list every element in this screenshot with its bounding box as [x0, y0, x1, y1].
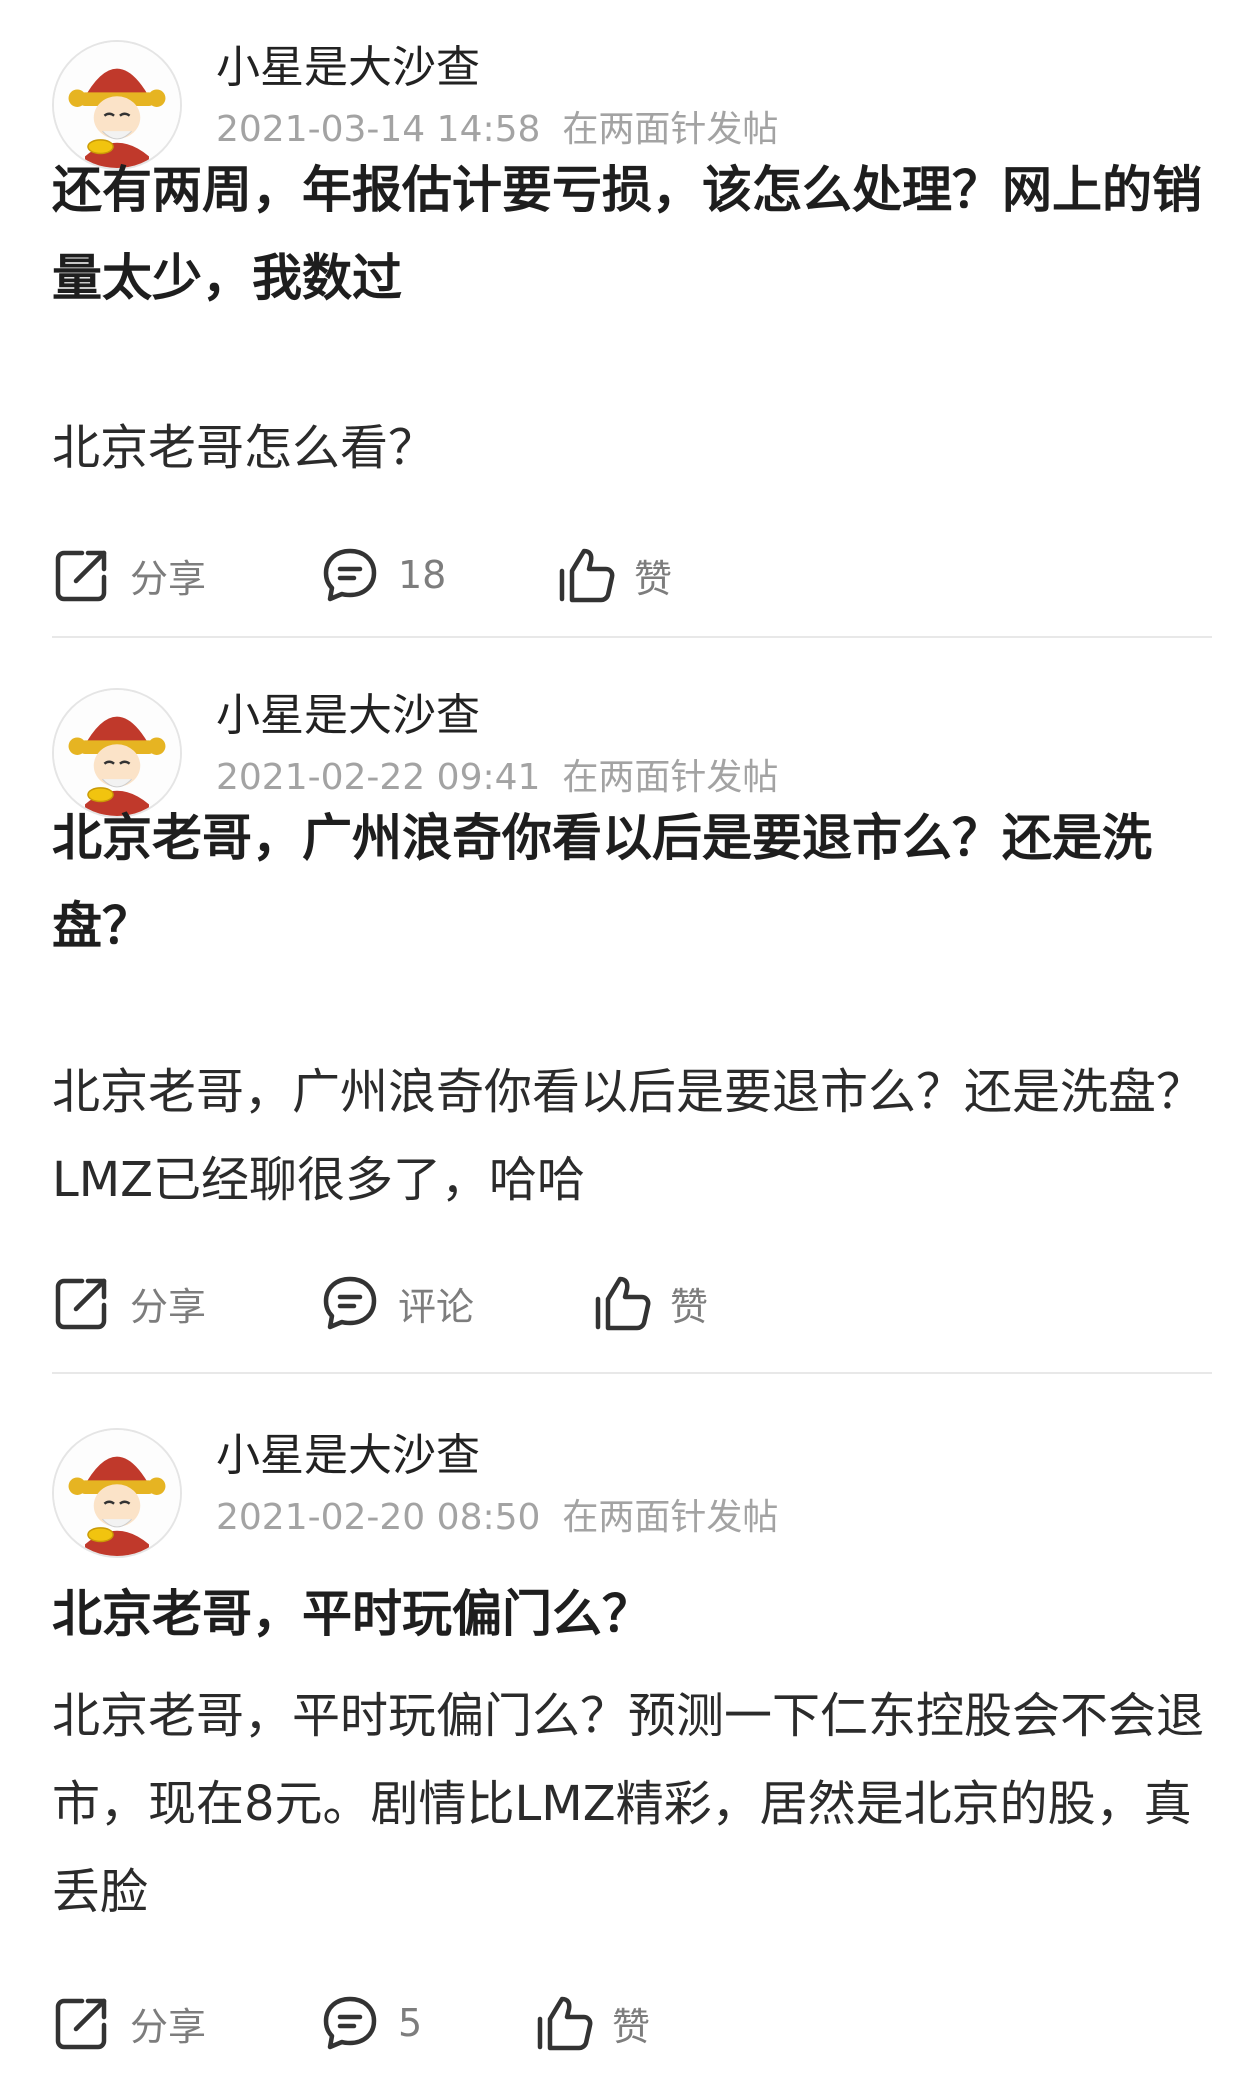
- comment-count: 18: [398, 553, 447, 597]
- comment-button[interactable]: 评论: [320, 1268, 474, 1338]
- post-divider: [52, 1372, 1212, 1374]
- comment-icon: [323, 1276, 377, 1330]
- comment-label: 评论: [398, 1284, 475, 1329]
- like-label: 赞: [634, 556, 673, 601]
- like-button[interactable]: 赞: [534, 1988, 650, 2058]
- share-button[interactable]: 分享: [52, 1268, 206, 1338]
- author-name[interactable]: 小星是大沙查: [216, 688, 480, 744]
- post-title[interactable]: 北京老哥，平时玩偏门么？: [52, 1570, 1212, 1658]
- post-meta: 2021-02-20 08:50 在两面针发帖: [216, 1494, 778, 1542]
- post-source[interactable]: 在两面针发帖: [562, 757, 778, 798]
- post-card[interactable]: 小星是大沙查 2021-02-22 09:41 在两面针发帖 北京老哥，广州浪奇你…: [52, 688, 1212, 1378]
- share-icon: [55, 1998, 107, 2050]
- post-card[interactable]: 小星是大沙查 2021-02-20 08:50 在两面针发帖 北京老哥，平时玩偏门…: [52, 1428, 1212, 2082]
- post-actions: 分享 评论 赞: [52, 1268, 1212, 1338]
- like-label: 赞: [670, 1284, 709, 1329]
- like-button[interactable]: 赞: [556, 540, 672, 610]
- thumbs-up-icon: [559, 548, 615, 603]
- share-button[interactable]: 分享: [52, 1988, 206, 2058]
- comment-icon: [323, 1996, 377, 2050]
- share-label: 分享: [130, 2004, 207, 2049]
- comment-button[interactable]: 18: [320, 540, 446, 610]
- share-label: 分享: [130, 556, 207, 601]
- post-actions: 分享 18 赞: [52, 540, 1212, 610]
- post-source[interactable]: 在两面针发帖: [562, 1497, 778, 1538]
- thumbs-up-icon: [595, 1276, 651, 1331]
- post-body[interactable]: 北京老哥，广州浪奇你看以后是要退市么？还是洗盘？LMZ已经聊很多了，哈哈: [52, 1048, 1222, 1224]
- post-datetime: 2021-02-22 09:41: [216, 757, 541, 798]
- share-icon: [55, 550, 107, 602]
- cartoon-avatar-image: [54, 1430, 180, 1556]
- post-datetime: 2021-02-20 08:50: [216, 1497, 541, 1538]
- avatar[interactable]: [52, 1428, 182, 1558]
- comment-button[interactable]: 5: [320, 1988, 422, 2058]
- thumbs-up-icon: [537, 1996, 593, 2051]
- post-title[interactable]: 北京老哥，广州浪奇你看以后是要退市么？还是洗盘？: [52, 794, 1212, 970]
- post-divider: [52, 636, 1212, 638]
- post-datetime: 2021-03-14 14:58: [216, 109, 541, 150]
- share-icon: [55, 1278, 107, 1330]
- post-actions: 分享 5 赞: [52, 1988, 1212, 2058]
- post-body[interactable]: 北京老哥，平时玩偏门么？预测一下仁东控股会不会退市，现在8元。剧情比LMZ精彩，…: [52, 1672, 1222, 1936]
- post-card[interactable]: 小星是大沙查 2021-03-14 14:58 在两面针发帖 还有两周，年报估计要…: [52, 40, 1212, 640]
- post-title[interactable]: 还有两周，年报估计要亏损，该怎么处理？网上的销量太少，我数过: [52, 146, 1212, 322]
- post-source[interactable]: 在两面针发帖: [562, 109, 778, 150]
- like-button[interactable]: 赞: [592, 1268, 708, 1338]
- author-name[interactable]: 小星是大沙查: [216, 40, 480, 96]
- comment-icon: [323, 548, 377, 602]
- share-button[interactable]: 分享: [52, 540, 206, 610]
- author-name[interactable]: 小星是大沙查: [216, 1428, 480, 1484]
- like-label: 赞: [612, 2004, 651, 2049]
- post-body[interactable]: 北京老哥怎么看？: [52, 404, 1222, 492]
- share-label: 分享: [130, 1284, 207, 1329]
- comment-count: 5: [398, 2001, 423, 2045]
